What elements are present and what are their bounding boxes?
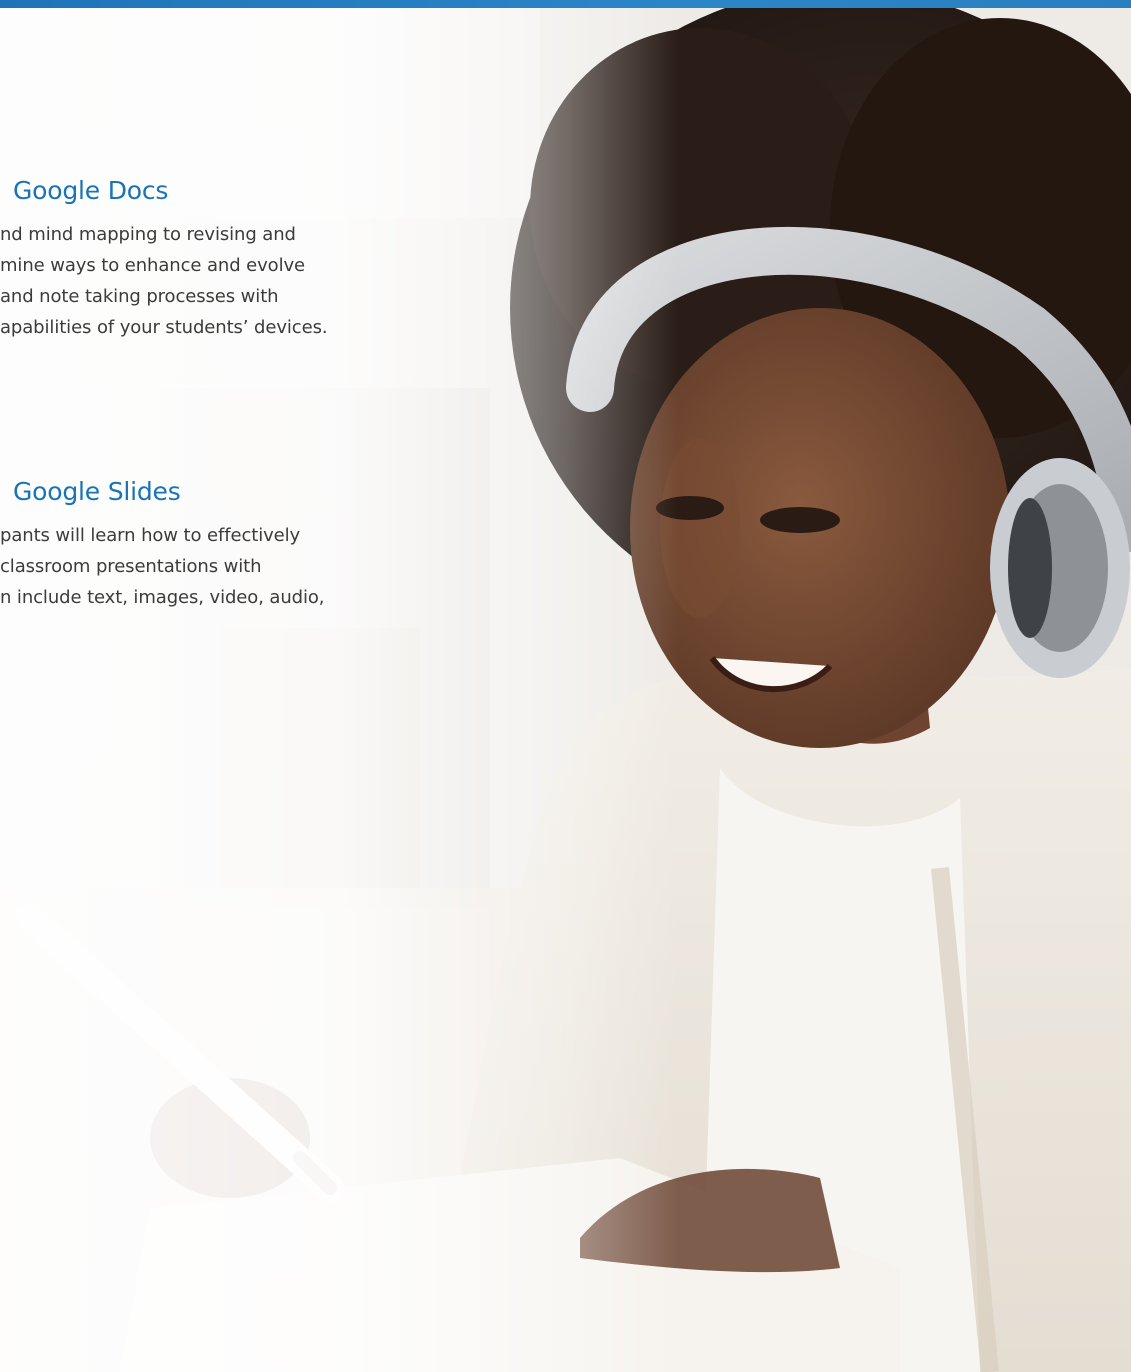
google-docs-line: and note taking processes with	[0, 286, 279, 307]
google-slides-heading: Google Slides	[13, 477, 181, 506]
google-docs-section: Google Docs nd mind mapping to revising …	[0, 176, 420, 343]
google-docs-heading: Google Docs	[13, 176, 169, 205]
google-slides-line: n include text, images, video, audio,	[0, 587, 325, 608]
google-docs-description: nd mind mapping to revising and mine way…	[0, 219, 420, 343]
google-docs-line: nd mind mapping to revising and	[0, 224, 296, 245]
google-docs-line: mine ways to enhance and evolve	[0, 255, 306, 276]
google-slides-section: Google Slides pants will learn how to ef…	[0, 477, 420, 613]
top-accent-bar	[0, 0, 1131, 8]
google-slides-line: classroom presentations with	[0, 556, 262, 577]
page: Google Docs nd mind mapping to revising …	[0, 0, 1131, 1372]
google-slides-description: pants will learn how to effectively clas…	[0, 520, 420, 613]
google-slides-line: pants will learn how to effectively	[0, 525, 301, 546]
google-docs-line: apabilities of your students’ devices.	[0, 317, 328, 338]
